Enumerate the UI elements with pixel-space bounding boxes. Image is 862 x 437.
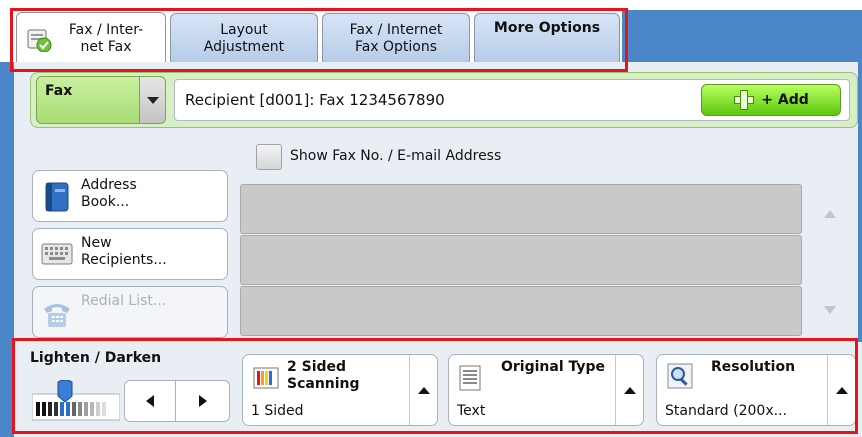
phone-icon: [41, 299, 73, 333]
show-fax-checkbox[interactable]: [256, 144, 282, 170]
arrow-left-icon: [146, 395, 154, 407]
redial-list-button-label: Redial List...: [81, 293, 167, 309]
address-book-button[interactable]: Address Book...: [32, 170, 228, 222]
arrow-right-icon: [198, 395, 207, 407]
new-recipients-button[interactable]: New Recipients...: [32, 228, 228, 280]
darken-button[interactable]: [176, 380, 230, 422]
original-type-value: Text: [457, 403, 486, 419]
tab-label-line1: More Options: [493, 20, 601, 36]
tab-label-line2: Fax Options: [354, 38, 438, 55]
document-icon: [459, 365, 481, 395]
tab-fax-internet-fax[interactable]: Fax / Inter- net Fax: [16, 12, 166, 64]
service-dropdown[interactable]: Fax: [36, 76, 166, 124]
redial-list-button[interactable]: Redial List...: [32, 286, 228, 338]
chevron-up-icon[interactable]: [615, 355, 643, 425]
scroll-down-icon[interactable]: [824, 306, 836, 314]
show-fax-checkbox-label: Show Fax No. / E-mail Address: [290, 148, 502, 164]
new-recipients-button-label: New Recipients...: [81, 235, 167, 268]
tab-label-line1: Fax / Internet: [349, 21, 443, 38]
plus-icon: [733, 89, 755, 111]
lighten-darken-label: Lighten / Darken: [30, 350, 162, 366]
add-button[interactable]: + Add: [701, 84, 841, 116]
list-scrollbar: [806, 184, 850, 336]
tab-fax-internet-fax-options[interactable]: Fax / Internet Fax Options: [322, 13, 470, 63]
keyboard-icon: [41, 243, 73, 269]
tab-label-line1: Fax / Inter-: [68, 21, 144, 38]
two-sided-icon: [253, 367, 279, 393]
two-sided-scanning-button[interactable]: 2 Sided Scanning 1 Sided: [242, 354, 438, 426]
lighten-button[interactable]: [124, 380, 176, 422]
tab-bar-background: [622, 10, 862, 62]
magnifier-icon: [667, 363, 693, 393]
address-book-icon: [43, 181, 71, 217]
list-item[interactable]: [240, 235, 802, 285]
add-button-label: + Add: [761, 92, 809, 108]
tab-label-line1: Layout: [220, 21, 268, 38]
original-type-title: Original Type: [501, 359, 606, 375]
fax-tab-icon: [27, 28, 53, 53]
original-type-button[interactable]: Original Type Text: [448, 354, 644, 426]
list-item[interactable]: [240, 286, 802, 336]
tab-label-line2: Adjustment: [203, 38, 285, 55]
two-sided-scanning-title: 2 Sided Scanning: [287, 359, 360, 392]
tab-more-options[interactable]: More Options: [474, 13, 620, 63]
two-sided-scanning-value: 1 Sided: [251, 403, 304, 419]
address-book-button-label: Address Book...: [81, 177, 137, 210]
chevron-up-icon[interactable]: [827, 355, 855, 425]
service-dropdown-value: Fax: [45, 83, 73, 99]
chevron-up-icon[interactable]: [409, 355, 437, 425]
recipient-field-value: Recipient [d001]: Fax 1234567890: [185, 91, 445, 109]
lighten-darken-meter: [31, 379, 121, 422]
resolution-value: Standard (200x...: [665, 403, 787, 419]
resolution-title: Resolution: [711, 359, 796, 375]
panel-left-border: [0, 62, 14, 437]
tab-label-line2: net Fax: [80, 38, 132, 55]
list-item[interactable]: [240, 184, 802, 234]
scroll-up-icon[interactable]: [824, 210, 836, 218]
resolution-button[interactable]: Resolution Standard (200x...: [656, 354, 856, 426]
tab-layout-adjustment[interactable]: Layout Adjustment: [170, 13, 318, 63]
chevron-down-icon[interactable]: [139, 77, 165, 123]
